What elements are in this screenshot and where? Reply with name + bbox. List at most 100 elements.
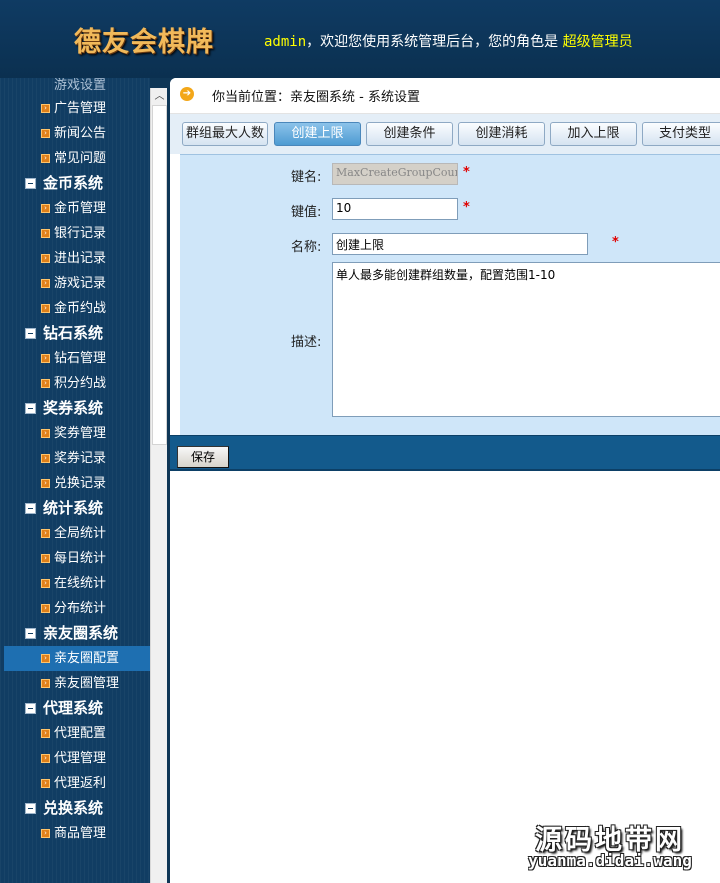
sidebar-group[interactable]: 代理系统 [0,696,150,721]
tab-create-condition[interactable]: 创建条件 [366,122,453,146]
sidebar-item-label: 兑换系统 [43,799,104,817]
sidebar-item-label: 奖券记录 [54,451,107,466]
sidebar-group[interactable]: 兑换系统 [0,796,150,821]
sidebar-item-label: 代理管理 [54,751,107,766]
sidebar-item[interactable]: › 商品管理 [4,821,150,846]
tab-create-cost[interactable]: 创建消耗 [458,122,545,146]
sidebar-item[interactable]: › 游戏记录 [4,271,150,296]
collapse-icon[interactable] [25,803,36,814]
sidebar-group[interactable]: 亲友圈系统 [0,621,150,646]
sidebar-item[interactable]: › 兑换记录 [4,471,150,496]
sidebar-item[interactable]: › 代理返利 [4,771,150,796]
value-label: 键值: [291,205,322,220]
welcome-message: admin，欢迎您使用系统管理后台，您的角色是 超级管理员 [264,31,633,51]
tab-join-limit[interactable]: 加入上限 [550,122,637,146]
user-role: 超级管理员 [562,34,633,50]
sidebar-scrollbar[interactable]: ︿ [150,88,167,883]
sidebar-item[interactable]: › 代理管理 [4,746,150,771]
sidebar-item[interactable]: › 在线统计 [4,571,150,596]
scrollbar-thumb[interactable] [152,105,167,445]
sidebar-item-label: 全局统计 [54,526,107,541]
tab-max-members[interactable]: 群组最大人数 [182,122,268,146]
sidebar-group[interactable]: 钻石系统 [0,321,150,346]
sidebar-item[interactable]: › 新闻公告 [4,121,150,146]
sidebar-group[interactable]: 统计系统 [0,496,150,521]
sidebar-item[interactable]: › 银行记录 [4,221,150,246]
name-input[interactable]: 创建上限 [332,233,588,255]
sidebar-item-label: 奖券系统 [43,399,104,417]
value-input[interactable]: 10 [332,198,458,220]
name-label: 名称: [291,240,322,255]
collapse-icon[interactable] [25,703,36,714]
arrow-bullet-icon: › [41,654,50,663]
sidebar-item-label: 钻石管理 [54,351,107,366]
sidebar-group[interactable]: 奖券系统 [0,396,150,421]
sidebar-item[interactable]: › 金币管理 [4,196,150,221]
arrow-bullet-icon: › [41,354,50,363]
arrow-bullet-icon: › [41,779,50,788]
scroll-up-icon[interactable]: ︿ [151,88,168,105]
arrow-bullet-icon: › [41,229,50,238]
collapse-icon[interactable] [25,503,36,514]
arrow-bullet-icon: › [41,479,50,488]
collapse-icon[interactable] [25,628,36,639]
welcome-text: ，欢迎您使用系统管理后台，您的角色是 [306,34,559,50]
sidebar-item-label: 金币约战 [54,301,107,316]
arrow-bullet-icon: › [41,379,50,388]
collapse-icon[interactable] [25,403,36,414]
main-content: ➔ 你当前位置：亲友圈系统 - 系统设置 群组最大人数 创建上限 创建条件 创建… [170,78,720,883]
tab-payment-type[interactable]: 支付类型 [642,122,720,146]
description-textarea[interactable]: 单人最多能创建群组数量，配置范围1-10 [332,262,720,417]
required-mark: * [612,235,619,250]
tab-create-limit[interactable]: 创建上限 [274,122,361,146]
sidebar-item-label: 钻石系统 [43,324,104,342]
watermark: 源码地带网 yuanma.didai.wang [509,818,711,874]
arrow-bullet-icon: › [41,304,50,313]
sidebar-item-label: 代理返利 [54,776,107,791]
settings-tabs: 群组最大人数 创建上限 创建条件 创建消耗 加入上限 支付类型 [170,114,720,154]
arrow-bullet-icon: › [41,254,50,263]
sidebar-item[interactable]: › 钻石管理 [4,346,150,371]
arrow-bullet-icon: › [41,454,50,463]
arrow-bullet-icon: › [41,104,50,113]
sidebar-item-label: 亲友圈系统 [43,624,119,642]
sidebar-item[interactable]: › 代理配置 [4,721,150,746]
key-input: MaxCreateGroupCount [332,163,458,185]
collapse-icon[interactable] [25,178,36,189]
sidebar-item[interactable]: › 每日统计 [4,546,150,571]
sidebar-item[interactable]: › 广告管理 [4,96,150,121]
sidebar-item-label: 金币系统 [43,174,104,192]
sidebar-item-label: 在线统计 [54,576,107,591]
breadcrumb: 你当前位置：亲友圈系统 - 系统设置 [212,90,420,105]
sidebar-item-label: 新闻公告 [54,126,107,141]
arrow-bullet-icon: › [41,204,50,213]
sidebar-item[interactable]: › 奖券记录 [4,446,150,471]
sidebar-item-cut[interactable]: 游戏设置 [54,78,106,93]
sidebar-item-label: 金币管理 [54,201,107,216]
arrow-bullet-icon: › [41,679,50,688]
sidebar-item-label: 常见问题 [54,151,107,166]
sidebar-item-label: 积分约战 [54,376,107,391]
sidebar-item-label: 亲友圈管理 [54,676,120,691]
sidebar-item[interactable]: › 金币约战 [4,296,150,321]
sidebar-item-label: 广告管理 [54,101,107,116]
arrow-bullet-icon: › [41,579,50,588]
sidebar-item-label: 统计系统 [43,499,104,517]
save-button[interactable]: 保存 [177,446,229,468]
sidebar-item[interactable]: › 分布统计 [4,596,150,621]
sidebar-item[interactable]: › 全局统计 [4,521,150,546]
sidebar-item-active[interactable]: › 亲友圈配置 [4,646,150,671]
arrow-bullet-icon: › [41,554,50,563]
sidebar-item-label: 商品管理 [54,826,107,841]
sidebar-group[interactable]: 金币系统 [0,171,150,196]
sidebar-item[interactable]: › 亲友圈管理 [4,671,150,696]
arrow-bullet-icon: › [41,279,50,288]
required-mark: * [463,165,470,180]
sidebar-item[interactable]: › 进出记录 [4,246,150,271]
required-mark: * [463,200,470,215]
key-label: 键名: [291,170,322,185]
sidebar-item[interactable]: › 积分约战 [4,371,150,396]
sidebar-item[interactable]: › 奖券管理 [4,421,150,446]
sidebar-item[interactable]: › 常见问题 [4,146,150,171]
collapse-icon[interactable] [25,328,36,339]
